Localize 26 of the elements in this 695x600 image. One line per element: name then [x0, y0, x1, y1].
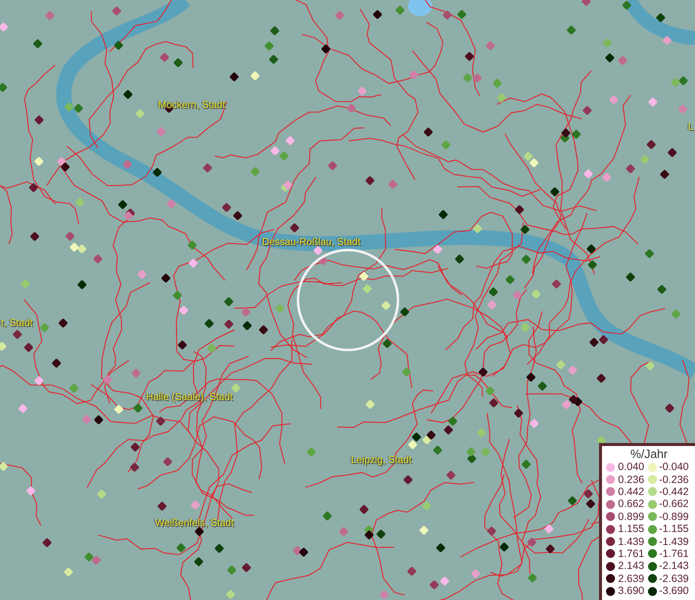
legend-value: -0.899 — [659, 510, 689, 523]
legend-value: -1.439 — [659, 536, 689, 548]
legend-value: 2.639 — [618, 572, 646, 585]
legend-value: 1.155 — [618, 523, 646, 536]
legend-value: -0.662 — [659, 498, 689, 510]
legend-value: 0.899 — [618, 510, 646, 523]
legend-value: -1.761 — [659, 548, 689, 560]
legend-value: -0.442 — [659, 486, 689, 498]
legend-value: -0.236 — [659, 474, 689, 486]
selection-circle-icon — [296, 248, 400, 352]
legend-value: -1.155 — [659, 523, 689, 536]
legend-value: -3.690 — [659, 585, 689, 598]
legend-title: %/Jahr — [629, 447, 669, 461]
legend-value: 1.761 — [618, 548, 646, 560]
legend-value: 0.040 — [618, 461, 646, 474]
legend-value: 3.690 — [618, 585, 646, 598]
legend-value: 1.439 — [618, 536, 646, 548]
place-label: t, Stadt — [1, 318, 33, 330]
legend-value: 0.662 — [618, 498, 646, 510]
legend-value: -2.143 — [659, 560, 689, 572]
legend-value: 0.442 — [618, 486, 646, 498]
place-label: L — [688, 122, 694, 134]
legend-value: -0.040 — [659, 461, 689, 474]
legend-value: 2.143 — [618, 560, 646, 572]
legend-value: -2.639 — [659, 572, 689, 585]
legend-value: 0.236 — [618, 474, 646, 486]
